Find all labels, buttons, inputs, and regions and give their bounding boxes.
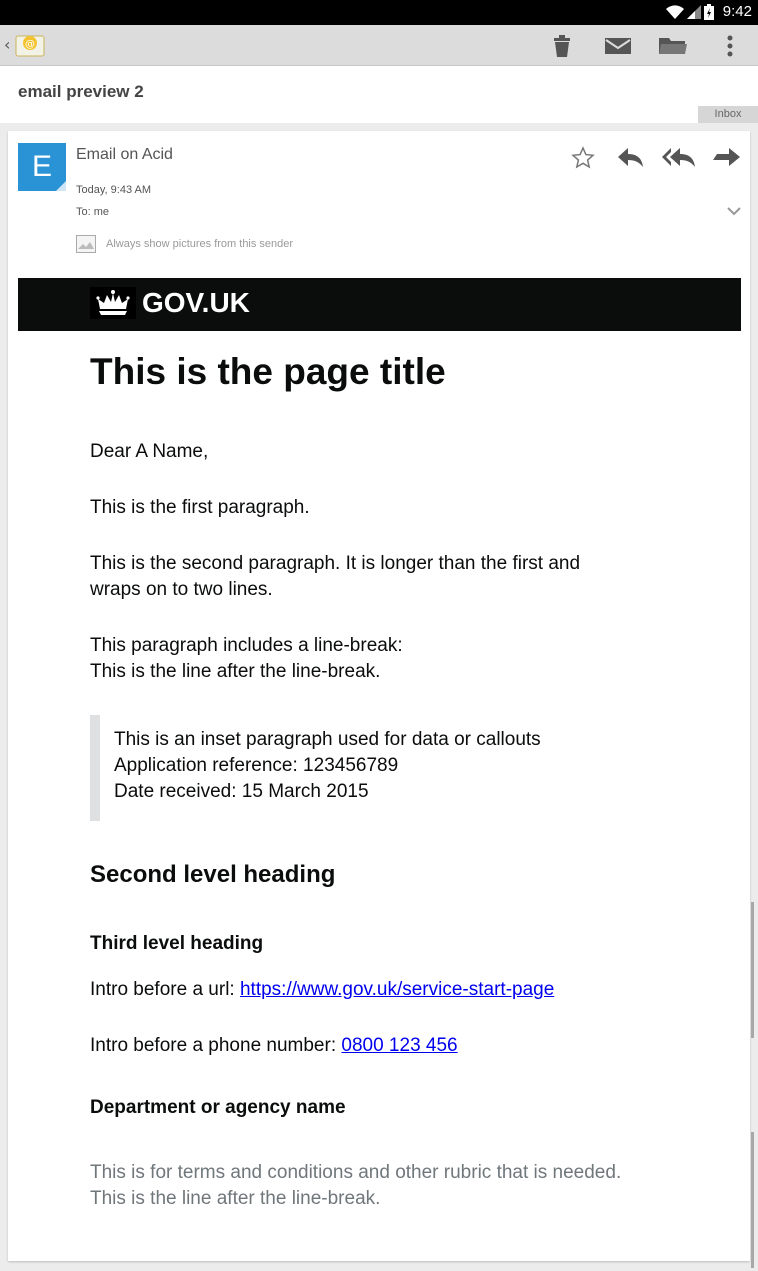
inset-paragraph: This is an inset paragraph used for data… (90, 715, 650, 821)
inset-line-3: Date received: 15 March 2015 (114, 781, 369, 802)
status-bar: 9:42 (0, 0, 758, 25)
url-intro: Intro before a url: (90, 979, 240, 1000)
second-level-heading: Second level heading (90, 861, 336, 888)
department-name: Department or agency name (90, 1097, 346, 1118)
gov-logo[interactable]: GOV.UK (90, 287, 250, 319)
inbox-label[interactable]: Inbox (698, 106, 758, 123)
second-paragraph-line-1: This is the second paragraph. It is long… (90, 553, 581, 574)
inset-line-2: Application reference: 123456789 (114, 755, 399, 776)
third-paragraph: This paragraph includes a line-break: Th… (90, 633, 403, 685)
star-button[interactable] (566, 143, 600, 173)
crown-icon (90, 287, 136, 319)
rubric-line-2: This is the line after the line-break. (90, 1188, 381, 1209)
reply-button[interactable] (614, 143, 648, 173)
third-paragraph-line-1: This paragraph includes a line-break: (90, 635, 403, 656)
message-recipients: To: me (76, 206, 110, 218)
show-pictures-label: Always show pictures from this sender (106, 238, 294, 250)
mark-unread-icon (605, 38, 631, 54)
gov-brand: GOV.UK (142, 287, 250, 318)
phone-link[interactable]: 0800 123 456 (341, 1035, 457, 1056)
scrollbar-thumb-upper[interactable] (751, 902, 754, 1038)
delete-icon (554, 35, 570, 57)
reply-all-icon (662, 148, 695, 167)
signal-icon (687, 5, 701, 19)
svg-text:@: @ (25, 39, 35, 50)
move-to-folder-icon (659, 38, 687, 54)
greeting: Dear A Name, (90, 441, 209, 462)
third-paragraph-line-2: This is the line after the line-break. (90, 661, 381, 682)
status-icons (666, 4, 714, 20)
clock: 9:42 (722, 3, 752, 20)
overflow-menu-button[interactable] (713, 31, 747, 61)
inset-line-1: This is an inset paragraph used for data… (114, 729, 541, 750)
mark-unread-button[interactable] (601, 31, 635, 61)
phone-intro: Intro before a phone number: (90, 1035, 342, 1056)
forward-icon (713, 148, 740, 166)
message-date: Today, 9:43 AM (76, 184, 152, 196)
third-level-heading: Third level heading (90, 933, 264, 954)
scrollbar-thumb-lower[interactable] (751, 1132, 754, 1268)
forward-button[interactable] (710, 143, 744, 173)
avatar-corner (56, 181, 66, 191)
move-to-folder-button[interactable] (656, 31, 690, 61)
avatar-letter: E (31, 150, 52, 183)
expand-details-icon[interactable] (726, 205, 742, 217)
rubric-paragraph: This is for terms and conditions and oth… (90, 1160, 621, 1212)
sender-avatar[interactable]: E (18, 143, 66, 191)
overflow-menu-icon (727, 35, 733, 57)
reply-icon (618, 148, 643, 167)
subject-bar: email preview 2 Inbox (0, 66, 758, 123)
email-subject: email preview 2 (18, 82, 144, 101)
url-paragraph: Intro before a url: https://www.gov.uk/s… (90, 977, 554, 1003)
sender-name: Email on Acid (76, 146, 173, 163)
reply-all-button[interactable] (662, 143, 696, 173)
phone-paragraph: Intro before a phone number: 0800 123 45… (90, 1033, 458, 1059)
show-pictures-link[interactable]: Always show pictures from this sender (76, 235, 293, 253)
back-chevron-icon[interactable]: ‹ (4, 35, 10, 54)
second-paragraph-line-2: wraps on to two lines. (90, 579, 273, 600)
rubric-line-1: This is for terms and conditions and oth… (90, 1162, 622, 1183)
battery-icon (704, 4, 714, 20)
second-paragraph: This is the second paragraph. It is long… (90, 551, 580, 603)
first-paragraph: This is the first paragraph. (90, 497, 310, 518)
email-app-icon[interactable]: @ (15, 33, 45, 57)
service-url-link[interactable]: https://www.gov.uk/service-start-page (240, 979, 554, 1000)
action-bar: ‹ @ (0, 25, 758, 66)
gov-header: GOV.UK (18, 278, 741, 331)
message-card: E Email on Acid Today, 9:43 AM To: me Al… (8, 131, 750, 1261)
star-icon (571, 146, 595, 169)
image-icon (76, 235, 96, 253)
wifi-icon (666, 5, 684, 19)
page-title: This is the page title (90, 351, 446, 392)
delete-button[interactable] (545, 31, 579, 61)
